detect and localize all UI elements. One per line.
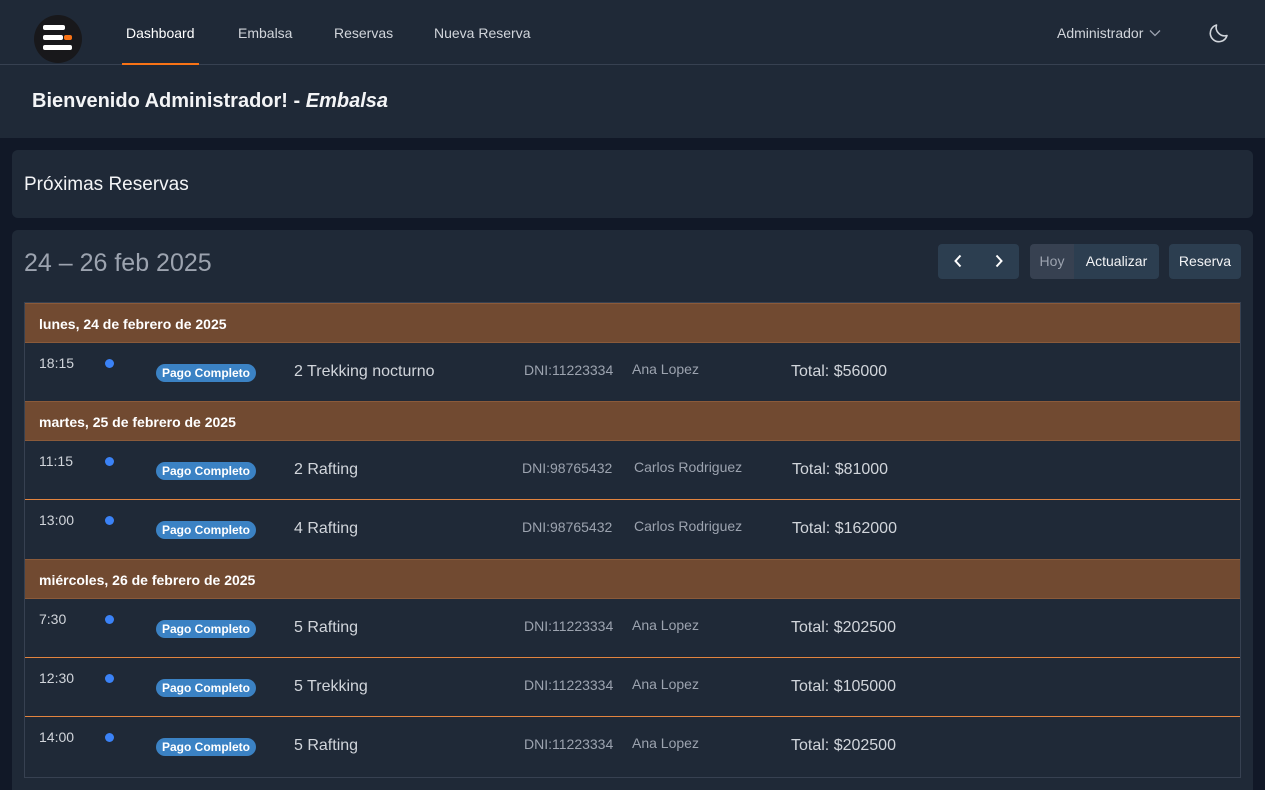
booking-total: Total: $202500: [791, 737, 896, 754]
booking-row[interactable]: 14:00 Pago Completo 5 Rafting DNI:112233…: [25, 717, 1240, 776]
booking-time: 14:00: [39, 729, 75, 745]
booking-total: Total: $105000: [791, 678, 896, 695]
status-badge: Pago Completo: [156, 364, 257, 382]
app-logo[interactable]: [34, 15, 82, 63]
booking-row[interactable]: 13:00 Pago Completo 4 Rafting DNI:987654…: [25, 500, 1240, 559]
logo-line: [43, 45, 72, 50]
booking-total: Total: $162000: [792, 520, 897, 537]
nav-dashboard[interactable]: Dashboard: [122, 0, 198, 65]
event-dot-icon: [105, 359, 114, 368]
chevron-down-icon: [1149, 29, 1161, 37]
day-header: martes, 25 de febrero de 2025: [25, 401, 1240, 441]
welcome-banner: Bienvenido Administrador! - Embalsa: [0, 65, 1265, 138]
booking-row[interactable]: 11:15 Pago Completo 2 Rafting DNI:987654…: [25, 441, 1240, 500]
booking-row[interactable]: 7:30 Pago Completo 5 Rafting DNI:1122333…: [25, 599, 1240, 658]
booking-title: 2 Rafting: [294, 461, 359, 478]
moon-icon: [1209, 24, 1228, 43]
booking-total: Total: $202500: [791, 619, 896, 636]
booking-dni: DNI:98765432: [522, 519, 613, 535]
next-button[interactable]: [978, 244, 1019, 279]
event-dot-icon: [105, 733, 114, 742]
booking-time: 11:15: [39, 453, 73, 469]
calendar-card: 24 – 26 feb 2025 Hoy Actualizar Reserva …: [12, 230, 1253, 790]
booking-title: 5 Rafting: [294, 737, 359, 754]
booking-time: 7:30: [39, 611, 67, 627]
status-badge: Pago Completo: [156, 521, 257, 539]
booking-total: Total: $56000: [791, 363, 888, 380]
booking-title: 5 Trekking: [294, 678, 368, 695]
booking-customer: Ana Lopez: [632, 735, 699, 751]
user-menu-label: Administrador: [1057, 25, 1144, 41]
booking-dni: DNI:11223334: [524, 618, 614, 634]
nav-nueva-reserva[interactable]: Nueva Reserva: [434, 0, 531, 65]
theme-toggle-button[interactable]: [1207, 21, 1231, 45]
refresh-button[interactable]: Actualizar: [1074, 244, 1159, 279]
booking-customer: Carlos Rodriguez: [634, 518, 743, 534]
booking-title: 4 Rafting: [294, 520, 359, 537]
welcome-text: Bienvenido Administrador! -: [32, 90, 306, 112]
day-header: miércoles, 26 de febrero de 2025: [25, 559, 1240, 599]
booking-total: Total: $81000: [792, 461, 889, 478]
booking-dni: DNI:11223334: [524, 362, 614, 378]
booking-dni: DNI:11223334: [524, 677, 614, 693]
event-dot-icon: [105, 674, 114, 683]
day-header: lunes, 24 de febrero de 2025: [25, 303, 1240, 343]
booking-customer: Ana Lopez: [632, 361, 699, 377]
chevron-right-icon: [995, 255, 1003, 268]
prev-button[interactable]: [938, 244, 978, 279]
chevron-left-icon: [954, 255, 962, 268]
status-badge: Pago Completo: [156, 679, 257, 697]
page-title: Bienvenido Administrador! - Embalsa: [32, 90, 388, 113]
logo-line: [43, 35, 63, 40]
booking-customer: Ana Lopez: [632, 676, 699, 692]
logo-accent-line: [64, 35, 72, 40]
booking-row[interactable]: 18:15 Pago Completo 2 Trekking nocturno …: [25, 343, 1240, 402]
booking-time: 13:00: [39, 512, 75, 528]
booking-dni: DNI:11223334: [524, 736, 614, 752]
booking-dni: DNI:98765432: [522, 460, 613, 476]
today-button[interactable]: Hoy: [1030, 244, 1074, 279]
booking-time: 18:15: [39, 355, 75, 371]
user-menu[interactable]: Administrador: [1057, 0, 1161, 65]
status-badge: Pago Completo: [156, 462, 257, 480]
booking-row[interactable]: 12:30 Pago Completo 5 Trekking DNI:11223…: [25, 658, 1240, 717]
event-dot-icon: [105, 516, 114, 525]
nav-reservas[interactable]: Reservas: [334, 0, 393, 65]
status-badge: Pago Completo: [156, 620, 257, 638]
booking-title: 5 Rafting: [294, 619, 359, 636]
upcoming-title: Próximas Reservas: [24, 174, 189, 195]
new-booking-button[interactable]: Reserva: [1169, 244, 1241, 279]
status-badge: Pago Completo: [156, 738, 257, 756]
nav-embalsa[interactable]: Embalsa: [238, 0, 292, 65]
event-dot-icon: [105, 615, 114, 624]
calendar-range-title: 24 – 26 feb 2025: [24, 249, 212, 277]
booking-customer: Carlos Rodriguez: [634, 459, 743, 475]
booking-time: 12:30: [39, 670, 75, 686]
welcome-place: Embalsa: [305, 90, 388, 112]
event-dot-icon: [105, 457, 114, 466]
bookings-list: lunes, 24 de febrero de 2025 18:15 Pago …: [24, 302, 1241, 778]
booking-customer: Ana Lopez: [632, 617, 699, 633]
logo-line: [43, 25, 65, 30]
upcoming-card: Próximas Reservas: [12, 150, 1253, 218]
top-navbar: Dashboard Embalsa Reservas Nueva Reserva…: [0, 0, 1265, 65]
booking-title: 2 Trekking nocturno: [294, 363, 435, 380]
